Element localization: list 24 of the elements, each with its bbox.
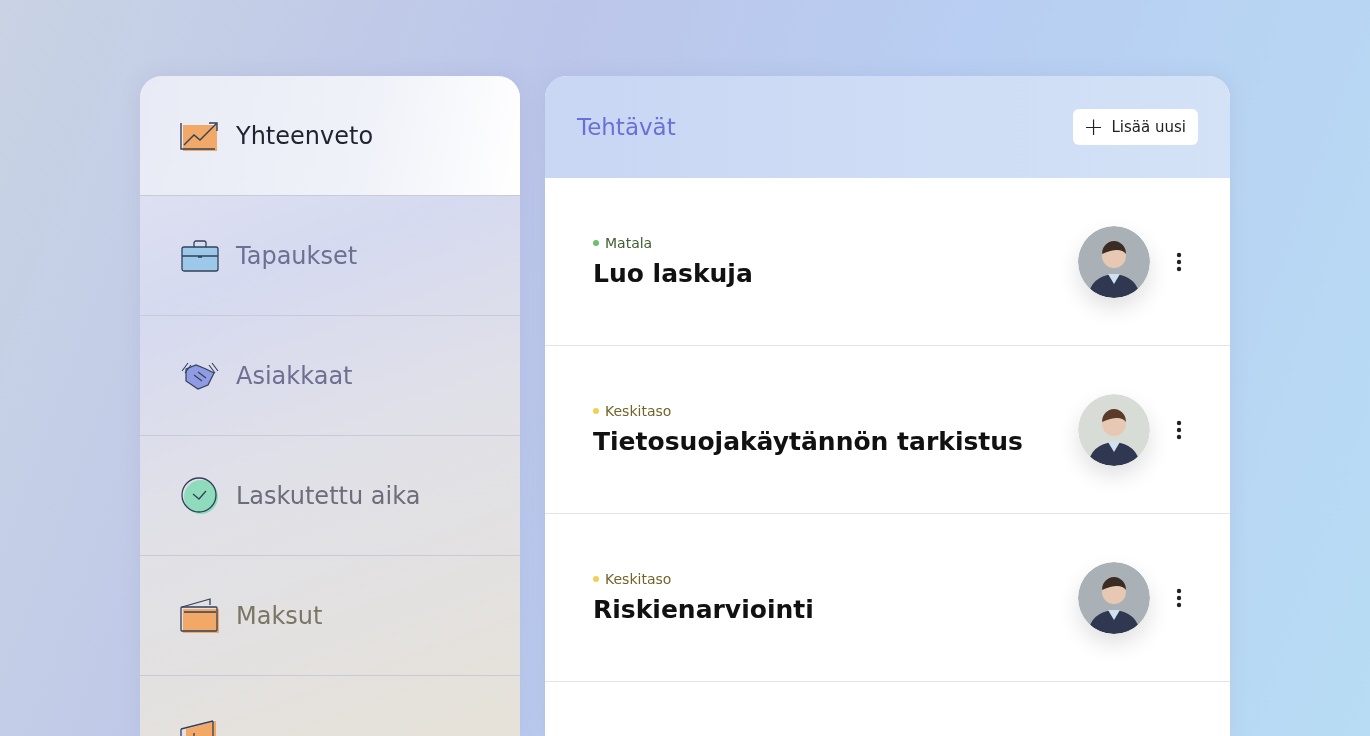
more-options-icon[interactable] xyxy=(1176,587,1182,608)
sidebar-label: Asiakkaat xyxy=(236,361,353,390)
more-options-icon[interactable] xyxy=(1176,251,1182,272)
task-title: Riskienarviointi xyxy=(593,595,815,624)
priority-label: Keskitaso xyxy=(605,403,672,419)
sidebar-label: Yhteenveto xyxy=(236,121,374,150)
sidebar-item[interactable]: Laskutettu aika xyxy=(140,436,520,556)
sidebar-item[interactable]: Asiakkaat xyxy=(140,316,520,436)
task-title: Luo laskuja xyxy=(593,259,754,288)
sidebar-item[interactable]: Maksut xyxy=(140,556,520,676)
sidebar-label: Maksut xyxy=(236,601,323,630)
priority-label: Keskitaso xyxy=(605,571,672,587)
sidebar-item[interactable]: Tapaukset xyxy=(140,196,520,316)
sidebar-item[interactable]: Yhteenveto xyxy=(140,76,520,196)
priority-label: Matala xyxy=(605,235,653,251)
clock-icon xyxy=(180,475,220,516)
panel-title: Tehtävät xyxy=(577,114,676,140)
wallet-icon xyxy=(180,596,220,635)
task-title: Tietosuojakäytännön tarkistus xyxy=(593,427,1024,456)
sidebar-label: Tapaukset xyxy=(236,241,358,270)
briefcase-icon xyxy=(180,238,220,273)
add-new-button[interactable]: + Lisää uusi xyxy=(1073,109,1198,145)
sidebar-label: Laskutettu aika xyxy=(236,481,421,510)
more-options-icon[interactable] xyxy=(1176,419,1182,440)
